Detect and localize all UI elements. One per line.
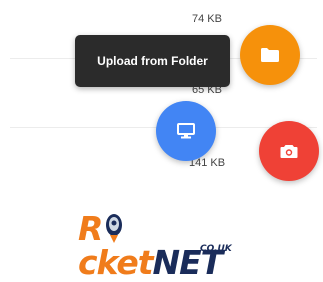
rocket-icon: [106, 214, 123, 243]
logo-domain: CO.UK: [200, 244, 232, 254]
file-size-label: 74 KB: [192, 13, 222, 25]
upload-tooltip: Upload from Folder: [75, 35, 230, 87]
desktop-icon: [177, 123, 195, 139]
upload-from-desktop-button[interactable]: [156, 101, 216, 161]
folder-icon: [261, 48, 279, 62]
take-photo-button[interactable]: [259, 121, 319, 181]
logo-text-cket: cket: [78, 243, 153, 282]
camera-icon: [280, 144, 298, 158]
upload-from-folder-button[interactable]: [240, 25, 300, 85]
rocketnet-logo: R cketNET CO.UK: [78, 212, 258, 280]
